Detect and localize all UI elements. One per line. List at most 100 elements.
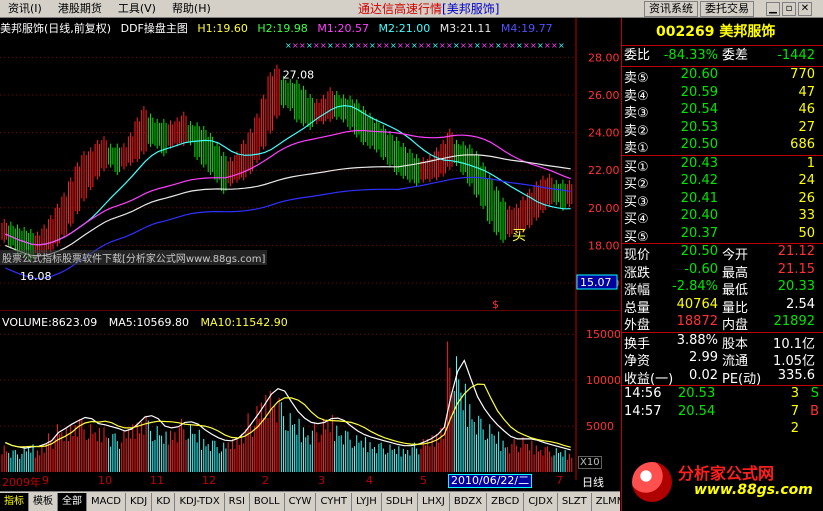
sell-price: 20.60 [680,67,718,82]
menu-tools[interactable]: 工具(V) [110,0,164,18]
tab-6[interactable]: KDJ-TDX [175,492,225,511]
restore-icon[interactable]: ▫ [782,2,796,16]
tab-8[interactable]: BOLL [250,492,285,511]
signal-marker: × [362,41,369,50]
buy-price: 20.42 [680,173,718,188]
signal-marker: × [320,41,327,50]
buy-label: 买② [624,177,649,192]
quote-value: 40764 [676,296,718,312]
tab-14[interactable]: BDZX [450,492,488,511]
price-bars [1,64,573,262]
tab-11[interactable]: LYJH [352,492,382,511]
signal-marker: × [327,41,334,50]
date-tick: 9 [42,474,49,487]
signal-marker: × [502,41,509,50]
sell-row: 卖⑤ 20.60 770 [622,67,823,86]
trade-flag: S [810,386,819,401]
menu-info[interactable]: 资讯(I) [0,0,50,18]
news-system-button[interactable]: 资讯系统 [644,1,698,17]
date-tick: 2009年 [2,476,41,489]
quote-label-2: 最低 [722,283,749,298]
sell-volume: 770 [790,67,815,82]
price-axis: 28.0026.0024.0022.0020.0018.0016.0015.07 [576,51,620,290]
app-title: 通达信高速行情[美邦服饰] [358,0,499,18]
tab-0[interactable]: 指标 [0,492,29,511]
signal-marker: × [306,41,313,50]
fin-row: 收益(一) 0.02 PE(动) 335.6 [622,367,823,387]
signal-marker: × [404,41,411,50]
tab-9[interactable]: CYW [285,492,317,511]
weibi-row: 委比 -84.33% 委差 -1442 [622,46,823,66]
buy-price: 20.41 [680,190,718,206]
signal-marker: × [355,41,362,50]
signal-marker: × [523,41,530,50]
signal-marker: × [460,41,467,50]
fin-label-2: PE(动) [722,371,762,387]
price-tick: 26.00 [588,89,620,102]
site-logo: 分析家公式网 www.88gs.com [622,456,823,511]
volume-chart[interactable]: 15000 10000 5000 [0,310,620,480]
menu-help[interactable]: 帮助(H) [164,0,219,18]
close-icon[interactable]: ✕ [798,2,812,16]
quote-row: 涨幅 -2.84% 最低 20.33 [622,279,823,298]
zoom-x10-button[interactable]: X10 [578,456,602,469]
period-daily-label[interactable]: 日线 [582,474,604,490]
signal-marker: × [376,41,383,50]
tab-17[interactable]: SLZT [558,492,592,511]
signal-marker: × [390,41,397,50]
indicator-tab-bar: 指标 模板 全部 MACD KDJ KD KDJ-TDX RSI BOLL CYW CYHT LYJH… [0,491,631,511]
quote-value-2: 21.12 [777,244,815,259]
buy-price: 20.40 [680,208,718,223]
tab-10[interactable]: CYHT [316,492,352,511]
fin-value-2: 335.6 [777,367,815,383]
tab-16[interactable]: CJDX [524,492,558,511]
price-chart[interactable]: × × × × × × × × × × × × × × × × × × × × × × × × × × × × × × × × × × × × × × × ×… [0,18,620,310]
tab-3[interactable]: MACD [87,492,126,511]
price-tick: 20.00 [588,202,620,215]
tab-12[interactable]: SDLH [382,492,418,511]
signal-marker: × [530,41,537,50]
date-tick: 11 [150,474,164,487]
trade-time: 14:56 [624,386,662,401]
high-price-label: 27.08 [283,69,315,82]
buy-label: 买⑤ [624,229,649,245]
financial-stats: 换手 3.88% 股本 10.1亿 净资 2.99 流通 1.05亿 收益(一) 0.02 PE(动… [622,331,823,387]
buy-price: 20.37 [680,225,718,241]
low-price-label: 16.08 [20,270,52,283]
quote-label-2: 量比 [722,300,749,316]
volume-axis: 15000 10000 5000 [586,328,620,433]
order-trade-button[interactable]: 委托交易 [700,1,754,17]
quote-stats: 现价 20.50 今开 21.12 涨跌 -0.60 最高 21.15 涨幅 -2.84% 最低 20… [622,243,823,333]
sell-row: 卖④ 20.59 47 [622,85,823,104]
quote-value-2: 21.15 [777,261,815,277]
tab-13[interactable]: LHXJ [418,492,450,511]
price-tick: 22.00 [588,164,620,177]
minimize-icon[interactable]: ▁ [766,2,780,16]
signal-marker: × [418,41,425,50]
signal-marker: × [495,41,502,50]
tab-4[interactable]: KDJ [126,492,153,511]
tab-15[interactable]: ZBCD [487,492,525,511]
sell-volume: 27 [798,119,815,135]
signal-marker: × [299,41,306,50]
tab-7[interactable]: RSI [225,492,250,511]
trade-flag: B [810,403,819,419]
date-cursor: 2010/06/22/二 [448,474,533,488]
tab-1[interactable]: 模板 [29,492,58,511]
menu-hk-futures[interactable]: 港股期货 [50,0,110,18]
dollar-marker: $ [492,298,499,310]
tab-5[interactable]: KD [152,492,176,511]
tab-2[interactable]: 全部 [58,492,87,511]
sell-book: 卖⑤ 20.60 770 卖④ 20.59 47 卖③ 20.54 46 卖② 20.53 27 卖① 2… [622,66,823,156]
signal-marker: × [474,41,481,50]
fin-value: 0.02 [689,367,718,383]
signal-marker: × [453,41,460,50]
signal-marker: × [488,41,495,50]
volume-bars [1,341,573,472]
signal-marker: × [397,41,404,50]
signal-marker: × [334,41,341,50]
quote-value-2: 2.54 [786,296,815,312]
moving-average-lines: × × × × × × × × × × × × × × × × × × × × × × × × × × × × × × × × × × × × × × × ×… [5,41,571,310]
sell-label: 卖② [624,123,649,139]
buy-row: 买③ 20.41 26 [622,190,823,210]
